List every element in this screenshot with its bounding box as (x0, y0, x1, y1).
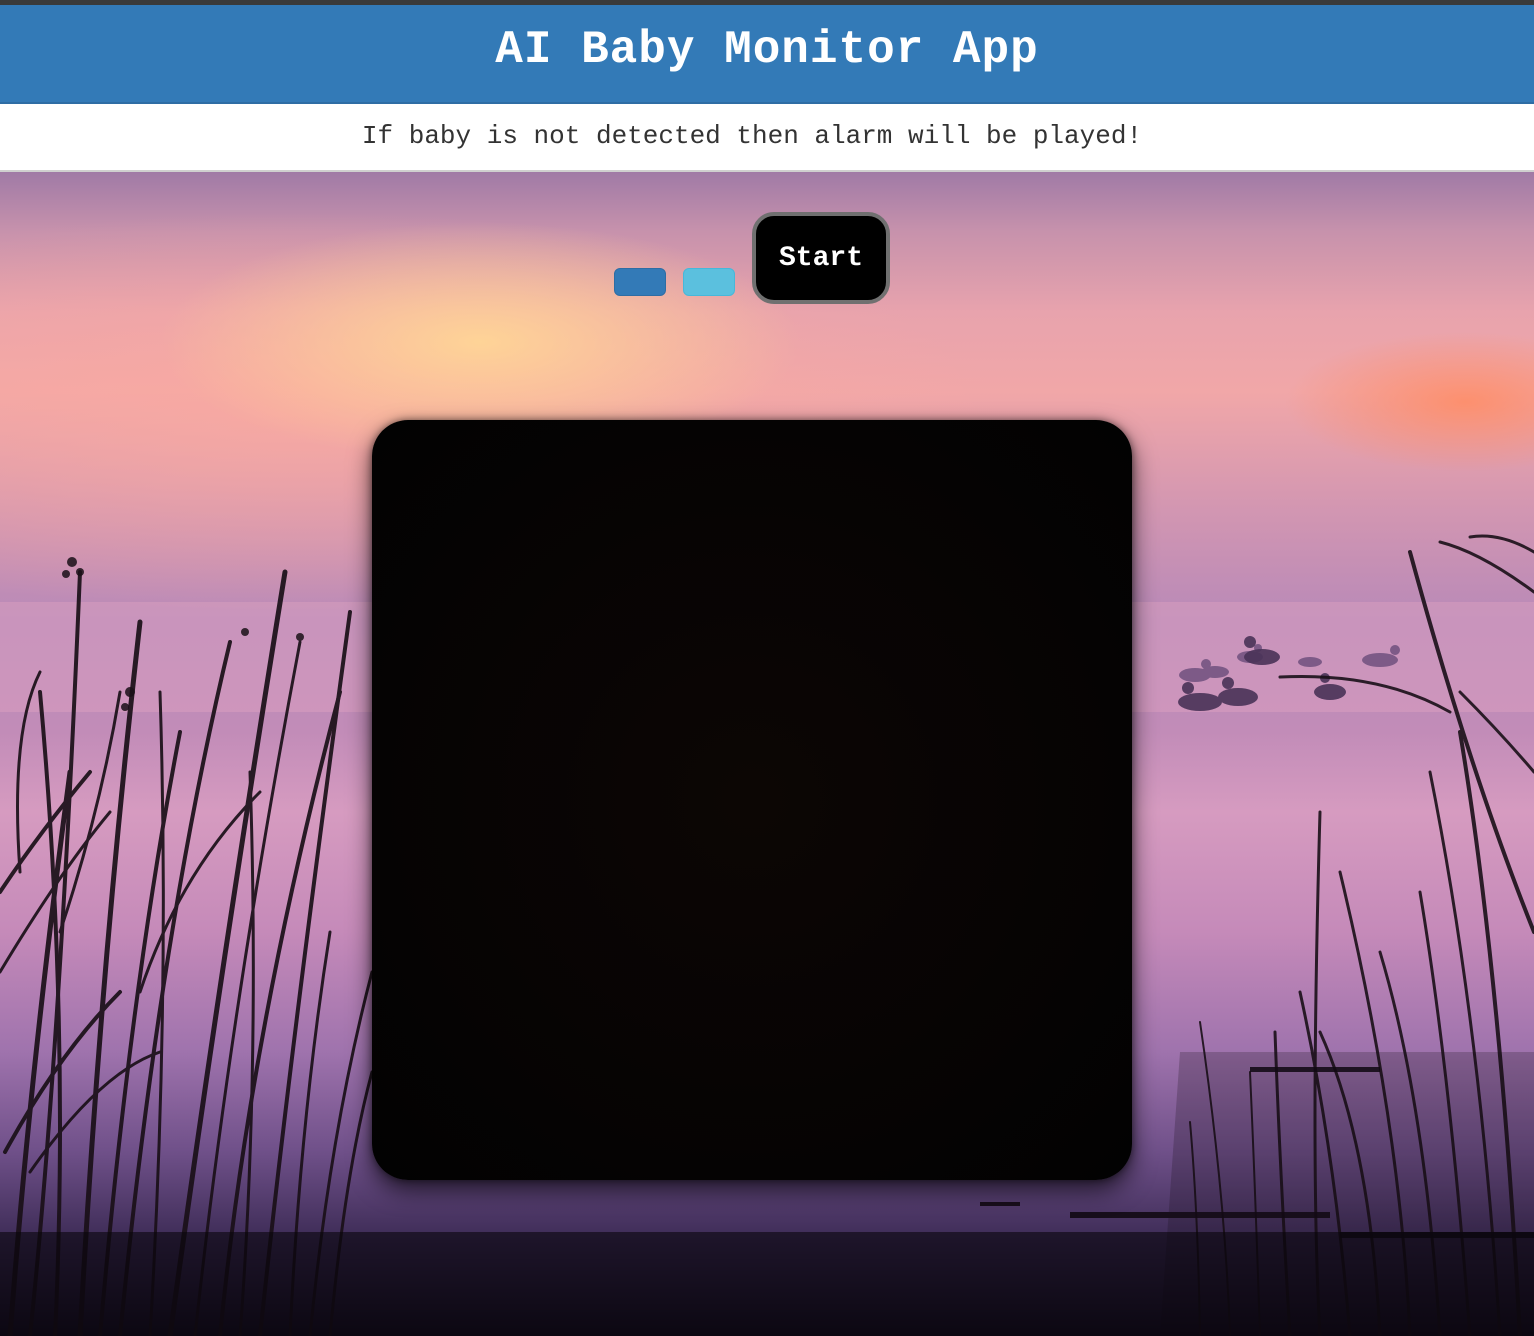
subtitle-bar: If baby is not detected then alarm will … (0, 104, 1534, 172)
controls-bar: Start (0, 212, 1534, 304)
video-feed (372, 420, 1132, 1180)
page-title: AI Baby Monitor App (495, 23, 1039, 76)
subtitle-text: If baby is not detected then alarm will … (361, 121, 1143, 151)
small-blue-button[interactable] (614, 268, 666, 296)
small-cyan-button[interactable] (683, 268, 735, 296)
app-header: AI Baby Monitor App (0, 5, 1534, 104)
start-button[interactable]: Start (752, 212, 890, 304)
